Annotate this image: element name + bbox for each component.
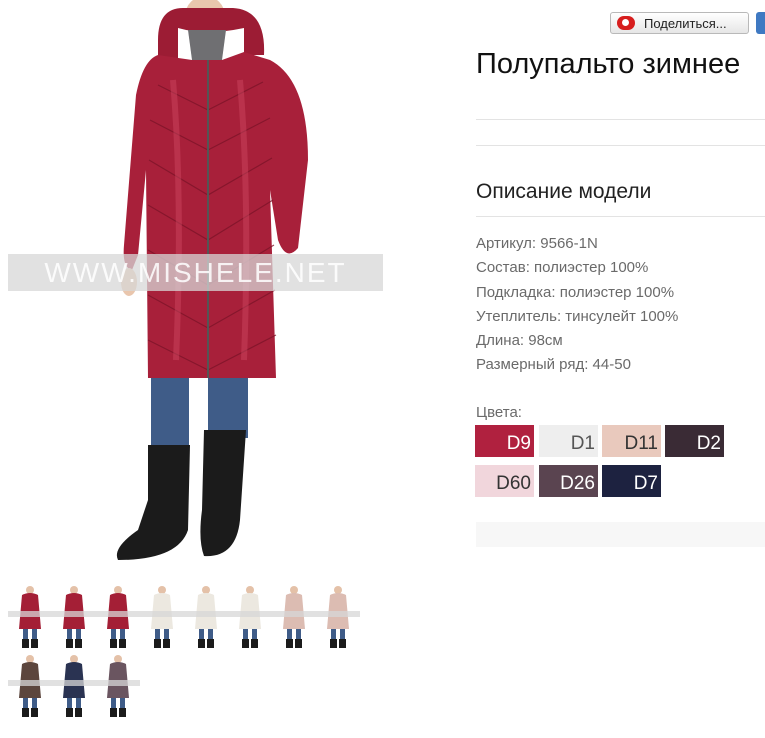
divider	[476, 119, 765, 120]
thumb-burgundy-2[interactable]	[52, 585, 96, 649]
thumb-white-2[interactable]	[184, 585, 228, 649]
spec-size-range: Размерный ряд: 44-50	[476, 356, 631, 374]
thumb-plum[interactable]	[96, 654, 140, 718]
spec-list: Артикул: 9566-1N Состав: полиэстер 100% …	[476, 232, 678, 378]
color-swatch-d11[interactable]: D11	[602, 425, 661, 457]
spec-composition: Состав: полиэстер 100%	[476, 259, 649, 277]
thumb-burgundy-3[interactable]	[96, 585, 140, 649]
description-heading: Описание модели	[476, 180, 652, 203]
thumbnail-figure	[107, 586, 129, 648]
color-code-label: D26	[560, 473, 595, 494]
thumbnail-figure	[63, 586, 85, 648]
divider	[476, 216, 765, 217]
spec-lining: Подкладка: полиэстер 100%	[476, 283, 675, 301]
color-code-label: D11	[624, 433, 658, 454]
divider	[476, 145, 765, 146]
thumb-white-3[interactable]	[228, 585, 272, 649]
facebook-share-button[interactable]	[756, 12, 765, 34]
color-code-label: D9	[506, 433, 531, 454]
color-swatch-d26[interactable]: D26	[539, 465, 598, 497]
info-band	[476, 522, 765, 547]
spec-length: Длина: 98см	[476, 332, 563, 350]
spec-article: Артикул: 9566-1N	[476, 235, 598, 252]
thumbnail-figure	[63, 655, 85, 717]
product-title: Полупальто зимнее	[476, 48, 741, 80]
share-button[interactable]: Поделиться...	[610, 12, 749, 34]
thumbnail-figure	[195, 586, 217, 648]
thumbnail-figure	[239, 586, 261, 648]
color-code-label: D7	[633, 473, 658, 494]
color-swatch-d1[interactable]: D1	[539, 425, 598, 457]
watermark: WWW.MISHELE.NET	[8, 254, 383, 291]
share-icon	[617, 16, 635, 30]
color-code-label: D1	[570, 433, 595, 454]
color-swatch-d2[interactable]: D2	[665, 425, 724, 457]
thumbnail-figure	[19, 655, 41, 717]
thumbnail-figure	[283, 586, 305, 648]
thumb-white-1[interactable]	[140, 585, 184, 649]
share-label: Поделиться...	[644, 15, 727, 31]
thumb-beige-1[interactable]	[272, 585, 316, 649]
color-swatch-d7[interactable]: D7	[602, 465, 661, 497]
color-code-label: D60	[496, 473, 531, 494]
thumbnail-figure	[107, 655, 129, 717]
spec-insulation: Утеплитель: тинсулейт 100%	[476, 307, 679, 325]
thumbnail-figure	[151, 586, 173, 648]
thumbnail-figure	[19, 586, 41, 648]
colors-label: Цвета:	[476, 404, 522, 421]
thumb-navy[interactable]	[52, 654, 96, 718]
thumb-beige-2[interactable]	[316, 585, 360, 649]
color-swatch-d60[interactable]: D60	[475, 465, 534, 497]
thumb-brown[interactable]	[8, 654, 52, 718]
color-swatch-d9[interactable]: D9	[475, 425, 534, 457]
thumb-burgundy-1[interactable]	[8, 585, 52, 649]
thumbnail-figure	[327, 586, 349, 648]
color-code-label: D2	[696, 433, 721, 454]
